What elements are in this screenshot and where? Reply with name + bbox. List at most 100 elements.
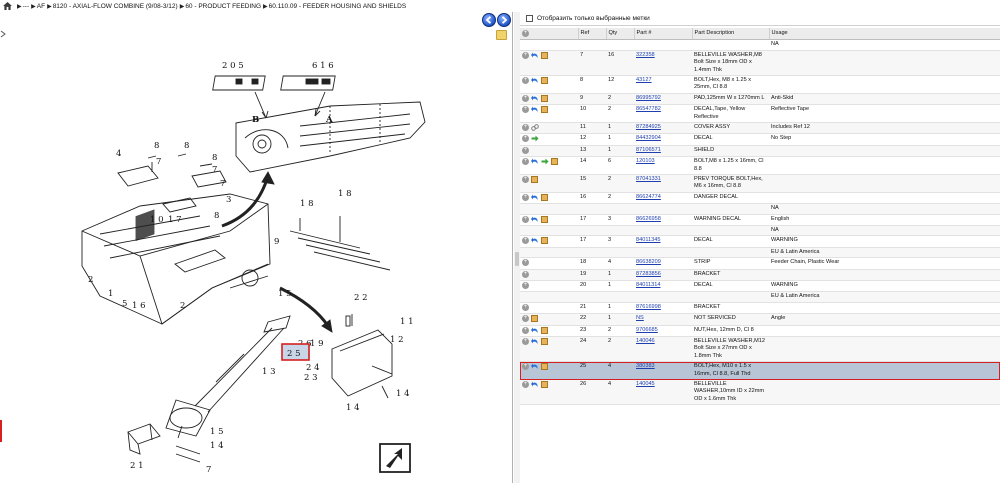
forward-button[interactable] [497,13,511,27]
part-number-link[interactable]: 84011345 [636,237,660,243]
package-icon[interactable] [541,337,548,345]
history-icon[interactable] [531,327,539,334]
package-icon[interactable] [541,106,548,114]
add-to-cart-icon[interactable]: + [522,315,529,323]
add-to-cart-icon[interactable]: + [522,176,529,184]
home-icon[interactable] [3,2,12,10]
add-to-cart-icon[interactable]: + [522,106,529,114]
table-row[interactable]: +8 12 43127 BOLT,Hex, M8 x 1.25 x 25mm, Cl … [520,76,1000,94]
table-row[interactable]: NA [520,225,1000,236]
column-header-ref[interactable]: Ref [578,28,607,41]
history-icon[interactable] [531,77,539,84]
package-icon[interactable] [541,326,548,334]
package-icon[interactable] [531,315,538,323]
add-to-cart-icon[interactable]: + [522,259,529,267]
part-number-link[interactable]: 140046 [636,338,655,344]
history-icon[interactable] [531,106,539,113]
history-icon[interactable] [531,52,539,59]
part-number-link[interactable]: 84011314 [636,282,660,288]
table-row[interactable]: +9 2 86995792 PAD,125mm W x 1270mm L Anti-Sk… [520,93,1000,105]
table-row[interactable]: +17 3 86626958 WARNING DECAL English [520,214,1000,226]
table-row[interactable]: +7 16 322358 BELLEVILLE WASHER,M8 Bolt Size… [520,50,1000,76]
column-header-icons[interactable]: + [520,28,579,41]
part-number-link[interactable]: 87283856 [636,271,661,277]
part-number-link[interactable]: 322358 [636,52,655,58]
package-icon[interactable] [531,176,538,184]
part-number-link[interactable]: 86626958 [636,216,661,222]
part-number-link[interactable]: 9706685 [636,327,658,333]
add-to-cart-icon[interactable]: + [522,124,529,132]
add-to-cart-icon[interactable]: + [522,237,529,245]
table-row[interactable]: +24 2 140046 BELLEVILLE WASHER,M12 Bolt Siz… [520,336,1000,362]
part-number-link[interactable]: 87616998 [636,304,661,310]
add-to-cart-icon[interactable]: + [522,158,529,166]
table-row[interactable]: +20 1 84011314 DECAL WARNING [520,281,1000,292]
part-number-link[interactable]: 120103 [636,158,655,164]
table-row[interactable]: EU & Latin America [520,247,1000,258]
history-icon[interactable] [531,363,539,370]
table-row[interactable]: +14 6 120103 BOLT,M8 x 1.25 x 16mm, Cl 8.8 [520,157,1000,175]
assembly-link-icon[interactable] [531,124,539,131]
table-row[interactable]: +26 4 140045 BELLEVILLE WASHER,10mm ID x 22… [520,379,1000,405]
table-row[interactable]: +18 4 86638209 STRIP Feeder Chain, Plastic W… [520,258,1000,270]
part-number-link[interactable]: 380383 [636,363,655,369]
part-number-link[interactable]: 84432904 [636,135,661,141]
table-row[interactable]: +10 2 86547782 DECAL,Tape, Yellow Reflectiv… [520,105,1000,123]
add-to-cart-icon[interactable]: + [522,303,529,311]
replacement-arrow-icon[interactable] [531,135,539,142]
package-icon[interactable] [541,237,548,245]
history-icon[interactable] [531,237,539,244]
history-icon[interactable] [531,381,539,388]
breadcrumb-item[interactable]: 8120 - AXIAL-FLOW COMBINE (9/08-3/12) [53,3,178,10]
package-icon[interactable] [551,158,558,166]
table-row[interactable]: +19 1 87283856 BRACKET [520,269,1000,281]
part-number-link[interactable]: 86995792 [636,95,661,101]
table-row[interactable]: +11 1 87284925 COVER ASSY Includes Ref 12 [520,122,1000,134]
add-to-cart-icon[interactable]: + [522,146,529,154]
part-number-link[interactable]: 87106571 [636,147,661,153]
history-icon[interactable] [531,95,539,102]
package-icon[interactable] [541,215,548,223]
package-icon[interactable] [541,363,548,371]
table-row[interactable]: NA [520,40,1000,51]
part-number-link[interactable]: 86624774 [636,194,661,200]
table-row[interactable]: +22 1 NS NOT SERVICED Angle [520,313,1000,326]
package-icon[interactable] [541,77,548,85]
part-number-link[interactable]: 87284925 [636,124,661,130]
table-row[interactable]: +17 3 84011345 DECAL WARNING [520,236,1000,248]
table-row[interactable]: +21 1 87616998 BRACKET [520,302,1000,314]
table-row[interactable]: NA [520,203,1000,215]
breadcrumb-item[interactable]: --- [23,3,30,10]
column-header-usage[interactable]: Usage [769,28,1000,41]
table-row[interactable]: +12 1 84432904 DECAL No Step [520,134,1000,146]
history-icon[interactable] [531,194,539,201]
history-icon[interactable] [531,338,539,345]
back-button[interactable] [482,13,496,27]
breadcrumb-item[interactable]: 60 - PRODUCT FEEDING [185,3,261,10]
column-header-qty[interactable]: Qty [606,28,635,41]
add-to-cart-icon[interactable]: + [522,381,529,388]
add-to-cart-icon[interactable]: + [522,193,529,201]
table-row[interactable]: +23 2 9706685 NUT,Hex, 12mm D, Cl 8 [520,325,1000,337]
part-number-link[interactable]: 140045 [636,381,655,387]
show-selected-checkbox[interactable] [526,15,533,22]
add-to-cart-icon[interactable]: + [522,94,529,102]
table-row[interactable]: +16 2 86624774 DANGER DECAL [520,192,1000,204]
add-to-cart-icon[interactable]: + [522,51,529,59]
part-number-link[interactable]: 43127 [636,77,652,83]
add-to-cart-icon[interactable]: + [522,270,529,278]
add-to-cart-icon[interactable]: + [522,326,529,334]
column-header-part[interactable]: Part # [634,28,693,41]
add-to-cart-icon[interactable]: + [522,337,529,345]
part-number-link[interactable]: 86547782 [636,106,661,112]
table-row[interactable]: +15 2 87041331 PREV TORQUE BOLT,Hex, M6 x 1… [520,174,1000,193]
package-icon[interactable] [541,193,548,201]
splitter-grip[interactable] [515,252,519,266]
add-to-cart-icon[interactable]: + [522,77,529,85]
part-number-link[interactable]: NS [636,315,644,321]
replacement-arrow-icon[interactable] [541,158,549,165]
package-icon[interactable] [541,94,548,102]
add-to-cart-icon[interactable]: + [522,135,529,143]
part-number-link[interactable]: 86638209 [636,259,661,265]
table-row[interactable]: EU & Latin America [520,291,1000,303]
